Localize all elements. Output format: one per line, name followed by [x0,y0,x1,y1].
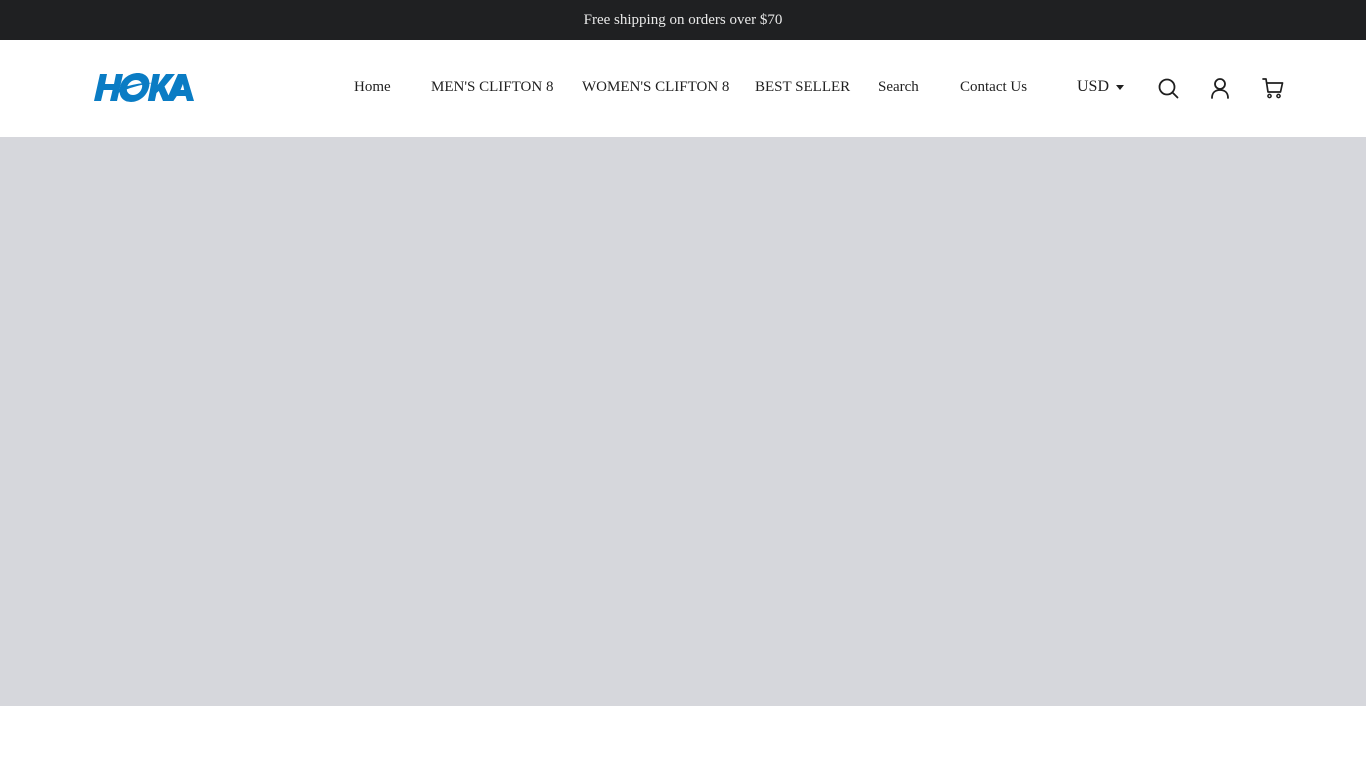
search-button[interactable] [1157,77,1179,99]
user-icon [1211,78,1229,99]
cart-icon [1262,78,1284,99]
nav-contact-us[interactable]: Contact Us [960,78,1027,96]
currency-value: USD [1077,78,1110,95]
announcement-bar: Free shipping on orders over $70 [0,0,1366,40]
site-header: Home MEN'S CLIFTON 8 WOMEN'S CLIFTON 8 B… [0,40,1366,137]
nav-best-seller[interactable]: BEST SELLER [755,78,850,96]
account-button[interactable] [1209,77,1231,99]
nav-womens-clifton-8[interactable]: WOMEN'S CLIFTON 8 [582,78,729,96]
nav-home[interactable]: Home [354,78,391,96]
nav-mens-clifton-8[interactable]: MEN'S CLIFTON 8 [431,78,553,96]
currency-selector[interactable]: USD [1077,77,1125,97]
announcement-text: Free shipping on orders over $70 [583,11,783,28]
caret-down-icon [1116,84,1125,90]
search-icon [1158,78,1179,99]
cart-button[interactable] [1262,77,1284,99]
content-area [0,706,1366,768]
hero-banner-placeholder [0,137,1366,706]
nav-search[interactable]: Search [878,78,919,96]
